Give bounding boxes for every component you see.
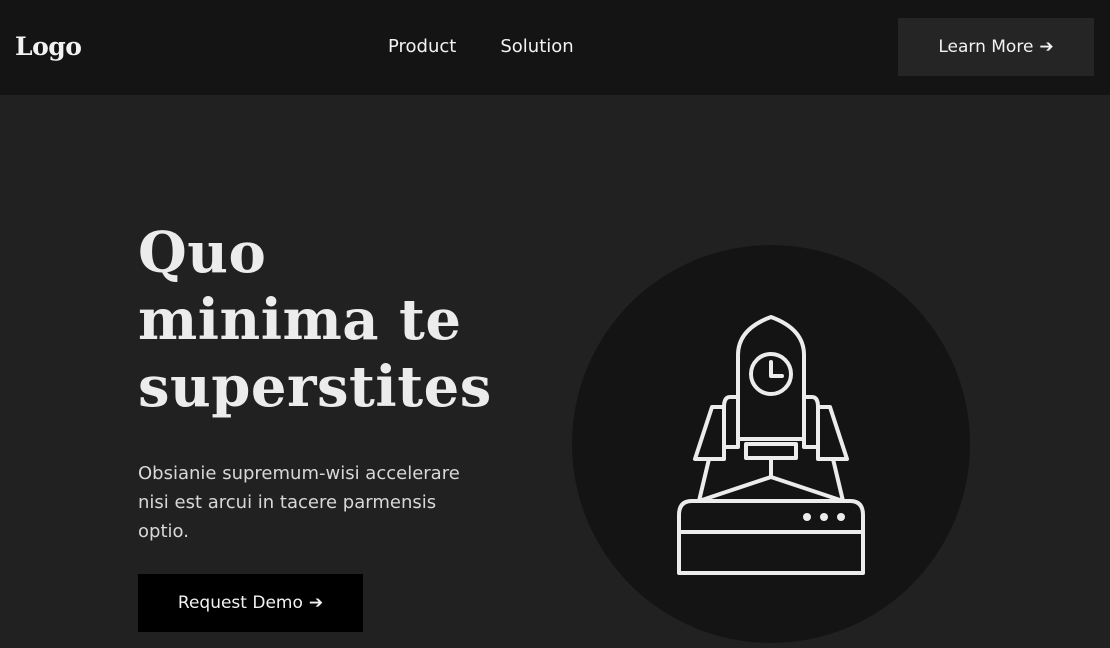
arrow-right-icon: ➔	[1039, 37, 1054, 57]
rocket-launch-icon	[677, 315, 865, 575]
navbar: Logo Product Solution Learn More ➔	[0, 0, 1110, 95]
hero-illustration	[572, 245, 970, 643]
nav-link-solution[interactable]: Solution	[500, 34, 573, 60]
request-demo-label: Request Demo	[177, 593, 303, 613]
request-demo-button[interactable]: Request Demo ➔	[138, 574, 363, 632]
learn-more-button[interactable]: Learn More ➔	[898, 18, 1094, 76]
hero-title-line-2: minima te	[138, 287, 462, 353]
learn-more-label: Learn More	[938, 37, 1034, 57]
logo[interactable]: Logo	[15, 28, 82, 66]
hero-title-line-1: Quo	[138, 220, 267, 286]
arrow-right-icon: ➔	[308, 593, 324, 613]
nav-link-product[interactable]: Product	[388, 34, 456, 60]
nav-links: Product Solution	[388, 34, 574, 60]
hero-subtitle: Obsianie supremum-wisi accelerare nisi e…	[138, 463, 460, 542]
hero-title-line-3: superstites	[138, 354, 492, 420]
hero-title: Quo minima te superstites	[138, 220, 538, 421]
